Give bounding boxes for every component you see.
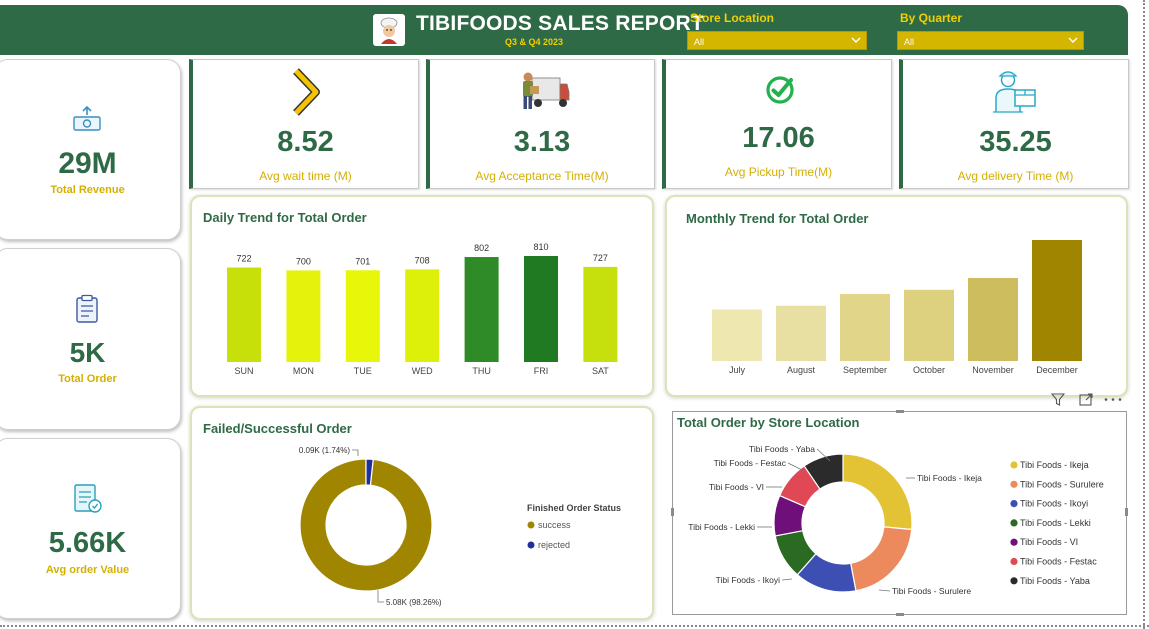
x-tick-label: THU — [472, 366, 491, 376]
kpi-label-avg-order-value: Avg order Value — [45, 564, 130, 576]
kpi-card-avg-order-value[interactable]: 5.66K Avg order Value — [0, 438, 181, 619]
chart-bar-december — [1032, 240, 1082, 361]
report-header: TIBIFOODS SALES REPORT Q3 & Q4 2023 Stor… — [0, 5, 1128, 55]
x-tick-label: TUE — [354, 366, 372, 376]
delivery-truck-icon — [523, 72, 570, 109]
leader-line — [377, 590, 384, 603]
chart-bar-fri — [524, 256, 558, 362]
chart-bar-sun — [227, 267, 261, 362]
kpi-label-avg-pickup-time: Avg Pickup Time(M) — [724, 165, 833, 179]
slicer-quarter[interactable]: All — [897, 31, 1084, 50]
chart-bar-thu — [464, 257, 499, 362]
kpi-label-avg-delivery-time: Avg delivery Time (M) — [957, 169, 1074, 183]
order-status-panel[interactable]: Failed/Successful Order 0.09K (1.74%) 5.0… — [190, 406, 654, 620]
data-label: 722 — [236, 254, 251, 264]
chart-bar-sat — [583, 266, 618, 362]
kpi-card-avg-acceptance-time[interactable]: 3.13 Avg Acceptance Time(M) — [426, 59, 655, 189]
kpi-value-avg-delivery-time: 35.25 — [979, 126, 1052, 158]
x-tick-label: FRI — [534, 366, 549, 376]
x-tick-label: WED — [412, 366, 433, 376]
slicer-label-store-location: Store Location — [690, 11, 775, 25]
resize-handle[interactable] — [896, 613, 904, 616]
page-title: TIBIFOODS SALES REPORT — [416, 12, 704, 35]
visual-selection-frame — [672, 411, 1127, 615]
resize-handle[interactable] — [1125, 508, 1128, 516]
x-tick-label: SUN — [234, 366, 253, 376]
legend-item-rejected: rejected — [538, 540, 570, 550]
kpi-label-total-revenue: Total Revenue — [50, 184, 125, 196]
invoice-icon — [74, 484, 102, 513]
page-subtitle: Q3 & Q4 2023 — [505, 37, 564, 47]
kpi-label-avg-wait-time: Avg wait time (M) — [259, 169, 352, 183]
data-label: 708 — [415, 255, 430, 265]
data-label: 802 — [474, 243, 489, 253]
data-label: 810 — [533, 242, 548, 252]
monthly-trend-chart: July August September October November Decemb… — [712, 240, 1082, 375]
kpi-value-avg-order-value: 5.66K — [48, 527, 127, 559]
slicer-store-location[interactable]: All — [687, 31, 867, 50]
leader-line — [352, 449, 359, 456]
chart-bar-november — [968, 278, 1018, 361]
data-label: 700 — [296, 256, 311, 266]
kpi-card-avg-wait-time[interactable]: 8.52 Avg wait time (M) — [189, 59, 419, 189]
chart-bar-mon — [286, 270, 321, 362]
order-status-chart: 0.09K (1.74%) 5.08K (98.26%) Finished Orde… — [299, 446, 621, 607]
slicer-label-quarter: By Quarter — [900, 11, 963, 25]
kpi-label-total-order: Total Order — [58, 373, 117, 385]
kpi-card-avg-delivery-time[interactable]: 35.25 Avg delivery Time (M) — [899, 59, 1129, 189]
kpi-label-avg-acceptance-time: Avg Acceptance Time(M) — [475, 169, 609, 183]
canvas-border-right — [1143, 0, 1145, 629]
daily-trend-chart: 722 SUN 700 MON 701 TUE 708 WED 802 THU 810 FRI 727 S… — [227, 242, 618, 376]
kpi-value-total-order: 5K — [69, 337, 106, 368]
kpi-card-total-order[interactable]: 5K Total Order — [0, 248, 181, 430]
x-tick-label: August — [787, 365, 816, 375]
resize-handle[interactable] — [671, 508, 674, 516]
daily-trend-panel[interactable]: Daily Trend for Total Order 722 SUN 700 MON… — [190, 195, 654, 397]
chevron-down-icon — [851, 37, 861, 43]
legend-marker — [527, 521, 535, 529]
delivery-person-icon — [993, 71, 1036, 113]
filter-icon[interactable] — [1051, 393, 1065, 406]
focus-mode-icon[interactable] — [1079, 393, 1093, 406]
x-tick-label: July — [729, 365, 746, 375]
resize-handle[interactable] — [896, 410, 904, 413]
x-tick-label: SAT — [592, 366, 609, 376]
more-options-icon[interactable] — [1103, 397, 1123, 402]
kpi-value-avg-wait-time: 8.52 — [277, 126, 334, 158]
kpi-value-total-revenue: 29M — [58, 147, 117, 180]
chart-bar-wed — [405, 269, 440, 362]
money-icon — [73, 105, 101, 131]
x-tick-label: November — [972, 365, 1014, 375]
chart-bar-october — [904, 289, 954, 361]
data-label-rejected: 0.09K (1.74%) — [299, 446, 350, 455]
chart-bar-september — [840, 293, 890, 361]
x-tick-label: December — [1036, 365, 1078, 375]
chart-bar-tue — [345, 270, 380, 362]
chevron-down-icon — [1068, 37, 1078, 43]
legend-title: Finished Order Status — [527, 503, 621, 513]
legend-marker — [527, 541, 535, 549]
data-label: 701 — [355, 256, 370, 266]
x-tick-label: MON — [293, 366, 314, 376]
x-tick-label: September — [843, 365, 887, 375]
chart-bar-july — [712, 309, 762, 361]
data-label: 727 — [593, 253, 608, 263]
chevron-right-icon — [293, 68, 320, 116]
canvas-border-bottom — [0, 625, 1149, 627]
legend-item-success: success — [538, 520, 571, 530]
chef-logo-icon — [373, 14, 405, 46]
monthly-trend-panel[interactable]: Monthly Trend for Total Order July August… — [665, 195, 1128, 397]
kpi-value-avg-pickup-time: 17.06 — [742, 122, 815, 154]
kpi-card-avg-pickup-time[interactable]: 17.06 Avg Pickup Time(M) — [662, 59, 892, 189]
data-label-success: 5.08K (98.26%) — [386, 598, 442, 607]
clipboard-icon — [76, 294, 98, 323]
chart-bar-august — [776, 305, 826, 361]
slicer-value: All — [904, 37, 915, 47]
slicer-value: All — [694, 37, 705, 47]
report-canvas: TIBIFOODS SALES REPORT Q3 & Q4 2023 Stor… — [0, 0, 1149, 629]
kpi-value-avg-acceptance-time: 3.13 — [513, 126, 571, 158]
check-circle-icon — [766, 76, 794, 104]
kpi-card-total-revenue[interactable]: 29M Total Revenue — [0, 59, 181, 240]
x-tick-label: October — [913, 365, 945, 375]
